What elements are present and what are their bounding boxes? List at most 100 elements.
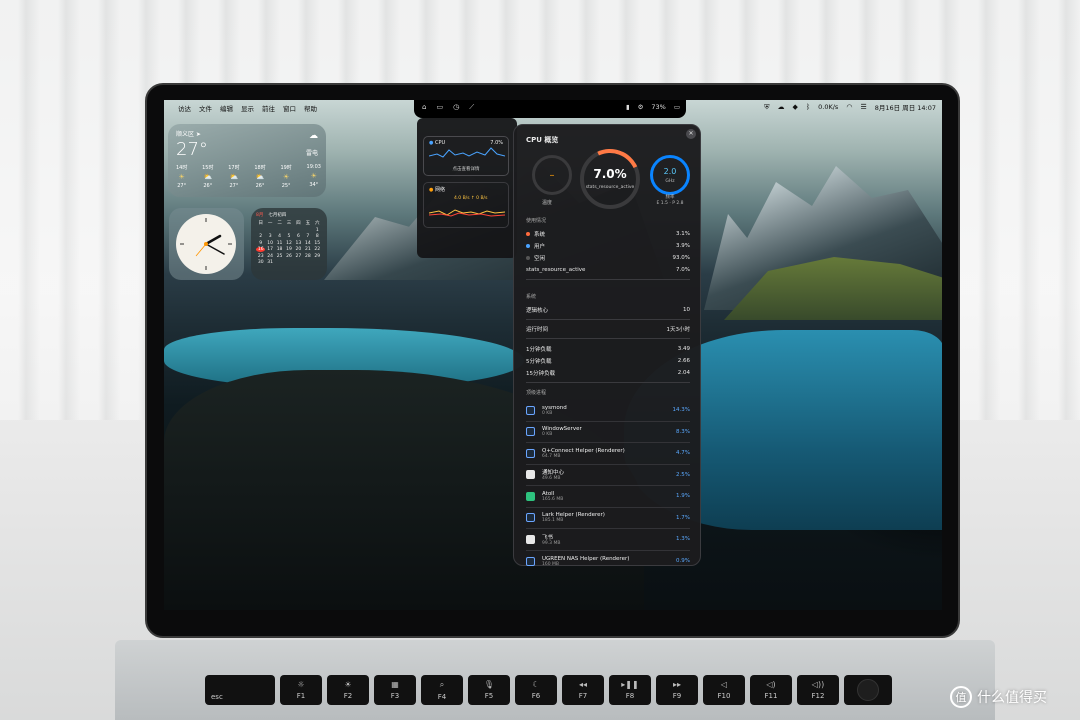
- calendar-day[interactable]: 30: [256, 260, 265, 265]
- battery-icon[interactable]: ▭: [674, 103, 680, 111]
- calendar-day[interactable]: 25: [275, 254, 284, 259]
- key-esc[interactable]: esc: [205, 675, 275, 705]
- process-row[interactable]: Atoll 165.6 MB 1.9%: [526, 486, 690, 508]
- moon-icon: ☾: [532, 680, 540, 689]
- brightness-down-icon: ☼: [297, 680, 305, 689]
- partly-cloudy-icon: ⛅: [229, 173, 239, 181]
- menu-window[interactable]: 窗口: [283, 103, 296, 113]
- wifi-icon[interactable]: ◠: [846, 103, 852, 111]
- calendar-day[interactable]: 26: [284, 254, 293, 259]
- calendar-day[interactable]: 17: [265, 247, 274, 252]
- weather-location: 顺义区 ➤: [176, 131, 201, 138]
- calendar-day[interactable]: 27: [294, 254, 303, 259]
- shield-icon[interactable]: ⛨: [764, 103, 769, 112]
- partly-cloudy-icon: ⛅: [255, 173, 265, 181]
- calendar-day[interactable]: 31: [265, 260, 274, 265]
- key-f6[interactable]: ☾ F6: [515, 675, 557, 705]
- key-f8[interactable]: ▸❚❚ F8: [609, 675, 651, 705]
- calendar-day[interactable]: 24: [265, 254, 274, 259]
- menu-finder[interactable]: 访达: [178, 103, 191, 113]
- frequency-gauge: 2.0 GHz: [650, 155, 690, 195]
- menu-go[interactable]: 前往: [262, 103, 275, 113]
- calendar-day[interactable]: 16: [256, 247, 266, 252]
- weather-widget[interactable]: 顺义区 ➤ 27° ☁ 雷电 14时 ☀ 27° 15时 ⛅ 26° 17时 ⛅ 27° 1…: [168, 124, 326, 197]
- cloud-icon[interactable]: ☁: [778, 103, 785, 111]
- load-row-15: 15分钟负载 2.04: [526, 370, 690, 377]
- close-icon[interactable]: ✕: [686, 129, 696, 139]
- key-f7[interactable]: ◂◂ F7: [562, 675, 604, 705]
- calendar-day[interactable]: 23: [256, 254, 265, 259]
- process-row[interactable]: Q+Connect Helper (Renderer) 64.7 MB 4.7%: [526, 443, 690, 465]
- home-icon[interactable]: ⌂: [422, 103, 426, 112]
- mini-network-card[interactable]: ● 网络 4.0 B/s ↑ 0 B/s: [423, 182, 509, 228]
- calendar-weekday: 三: [286, 221, 292, 226]
- app-icon: [526, 405, 535, 415]
- calendar-day[interactable]: 12: [284, 241, 293, 246]
- calendar-day[interactable]: 1: [313, 228, 322, 233]
- net-rate[interactable]: 0.0K/s: [818, 103, 838, 111]
- stats-icon[interactable]: ⟋: [469, 103, 474, 112]
- calendar-day[interactable]: 14: [303, 241, 312, 246]
- calendar-day[interactable]: 5: [284, 234, 293, 239]
- calendar-weekday: 日: [258, 221, 263, 226]
- menu-file[interactable]: 文件: [199, 103, 212, 113]
- key-f3[interactable]: ▦ F3: [374, 675, 416, 705]
- calendar-day[interactable]: 8: [313, 234, 322, 239]
- gear-icon[interactable]: ⚙: [638, 103, 644, 111]
- control-center-icon[interactable]: ☰: [860, 103, 866, 111]
- calendar-day[interactable]: 9: [256, 241, 265, 246]
- bluetooth-icon[interactable]: ᛒ: [806, 103, 810, 111]
- process-section: 顶级进程 sysmond 0 KB 14.3% WindowServer 0 KB …: [526, 389, 690, 572]
- calendar-day[interactable]: 29: [313, 254, 322, 259]
- clock-widget[interactable]: [169, 208, 244, 280]
- doc-icon[interactable]: ▮: [626, 103, 630, 111]
- calendar-day[interactable]: 20: [294, 247, 303, 252]
- system-section-title: 系统: [526, 294, 537, 300]
- timer-icon[interactable]: ◷: [453, 103, 459, 112]
- volume-up-icon: ◁)): [811, 680, 825, 689]
- calendar-day[interactable]: 18: [275, 247, 284, 252]
- calendar-day[interactable]: 4: [275, 234, 284, 239]
- key-f10[interactable]: ◁ F10: [703, 675, 745, 705]
- calendar-day[interactable]: 3: [265, 234, 274, 239]
- process-row[interactable]: 通知中心 49.6 MB 2.5%: [526, 465, 690, 486]
- process-row[interactable]: 飞书 99.3 MB 1.3%: [526, 529, 690, 551]
- calendar-day[interactable]: 15: [313, 241, 322, 246]
- calendar-day[interactable]: 13: [294, 241, 303, 246]
- key-f1[interactable]: ☼ F1: [280, 675, 322, 705]
- menu-view[interactable]: 显示: [241, 103, 254, 113]
- key-f12[interactable]: ◁)) F12: [797, 675, 839, 705]
- key-f11[interactable]: ◁) F11: [750, 675, 792, 705]
- calendar-day[interactable]: 11: [275, 241, 284, 246]
- calendar-day[interactable]: 22: [313, 247, 322, 252]
- key-f5[interactable]: 🎙 F5: [468, 675, 510, 705]
- key-f9[interactable]: ▸▸ F9: [656, 675, 698, 705]
- menu-edit[interactable]: 编辑: [220, 103, 233, 113]
- process-row[interactable]: UGREEN NAS Helper (Renderer) 160 MB 0.9%: [526, 551, 690, 573]
- key-f4[interactable]: ⌕ F4: [421, 675, 463, 705]
- mute-icon: ◁: [720, 680, 728, 689]
- calendar-day[interactable]: 21: [303, 247, 312, 252]
- calendar-day[interactable]: 28: [303, 254, 312, 259]
- drive-icon[interactable]: ▭: [436, 103, 443, 112]
- calendar-widget[interactable]: 8月 七月初四 日一二三四五六 1 2 3 4 5 6 7 8 9 10 11 12 13 14 15 16 17…: [251, 208, 327, 280]
- key-power[interactable]: [844, 675, 892, 705]
- calendar-day[interactable]: 7: [303, 234, 312, 239]
- key-f2[interactable]: ☀ F2: [327, 675, 369, 705]
- app-icon[interactable]: ◆: [793, 103, 798, 111]
- function-key-row: esc ☼ F1 ☀ F2 ▦ F3 ⌕ F4 🎙 F5 ☾ F6 ◂◂ F7 ▸❚❚ F8 ▸…: [205, 675, 892, 705]
- calendar-day[interactable]: 6: [294, 234, 303, 239]
- menu-help[interactable]: 帮助: [304, 103, 317, 113]
- calendar-weekday: 五: [305, 221, 311, 226]
- calendar-day[interactable]: 2: [256, 234, 265, 239]
- process-row[interactable]: Lark Helper (Renderer) 185.1 MB 1.7%: [526, 508, 690, 529]
- calendar-day: [275, 228, 284, 233]
- calendar-day[interactable]: 19: [284, 247, 293, 252]
- process-row[interactable]: WindowServer 0 KB 8.3%: [526, 422, 690, 443]
- weather-hour: 17时 ⛅ 27°: [228, 165, 240, 189]
- menu-clock[interactable]: 8月16日 周日 14:07: [875, 102, 936, 112]
- calendar-day: [294, 228, 303, 233]
- calendar-day[interactable]: 10: [265, 241, 274, 246]
- mini-cpu-card[interactable]: ● CPU 7.0% 点击查看详情: [423, 136, 509, 176]
- process-row[interactable]: sysmond 0 KB 14.3%: [526, 400, 690, 422]
